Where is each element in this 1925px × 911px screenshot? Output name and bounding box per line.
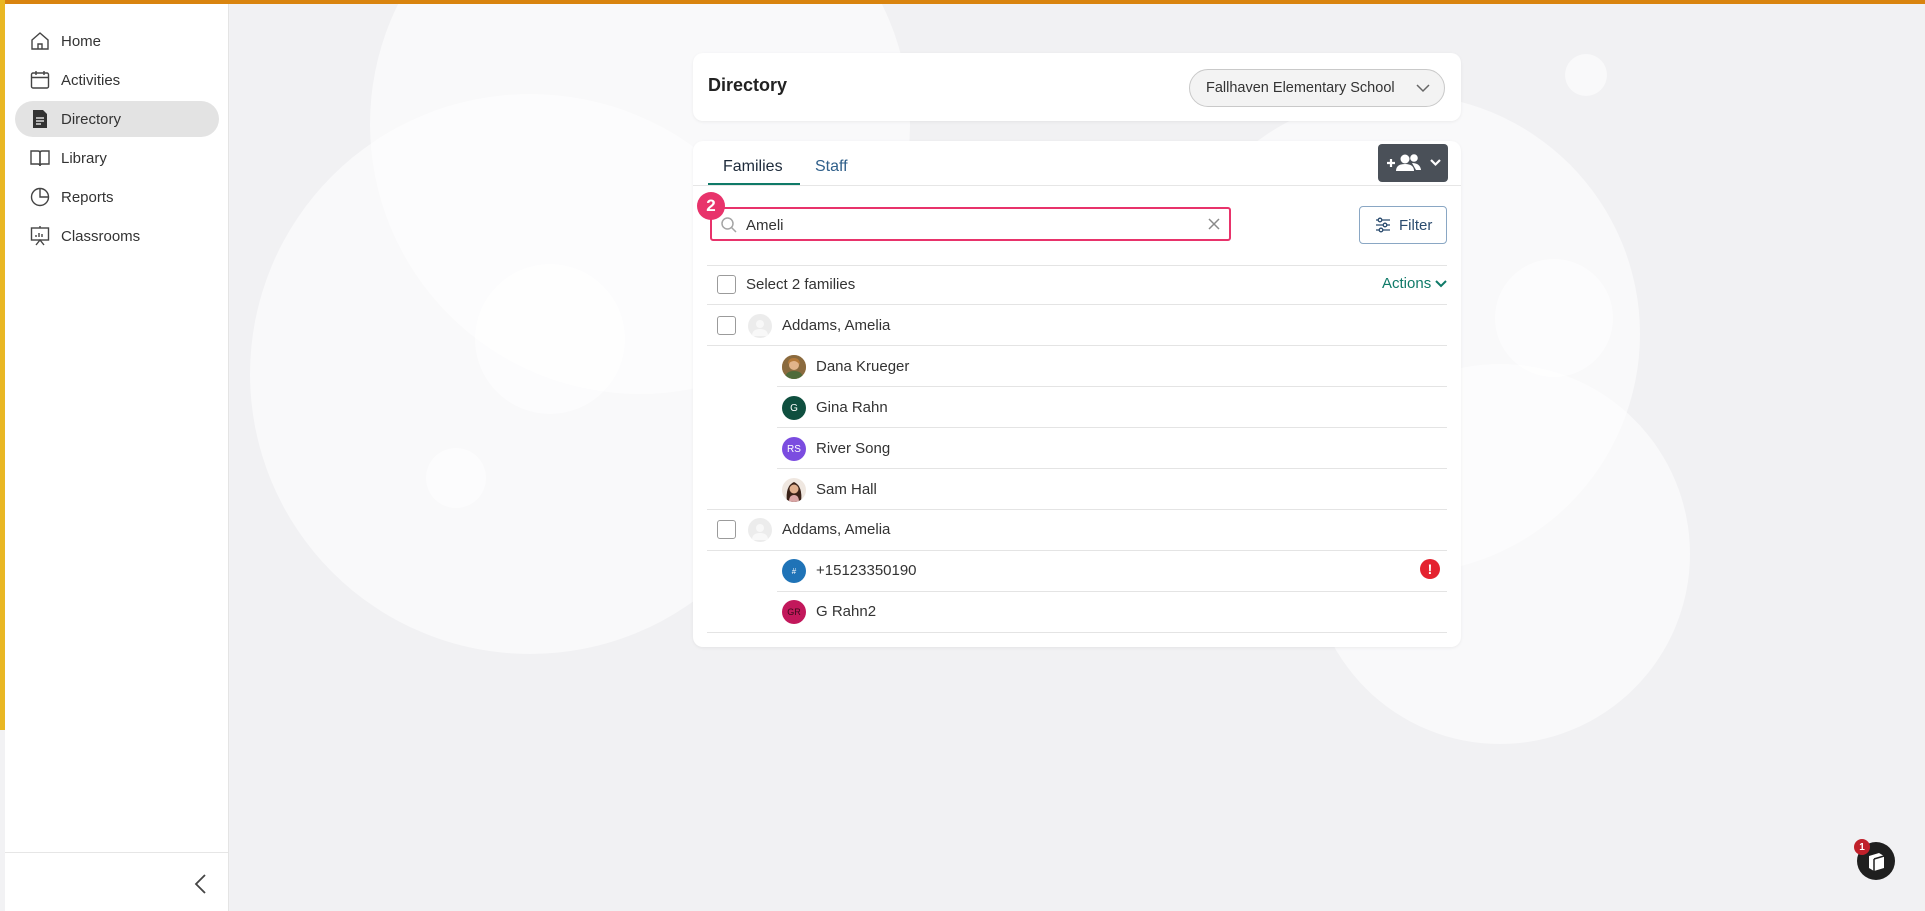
sidebar-item-label: Classrooms — [61, 227, 141, 245]
sidebar-item-label: Activities — [61, 71, 121, 89]
list-divider — [777, 468, 1447, 469]
family-checkbox[interactable] — [717, 520, 736, 539]
family-checkbox[interactable] — [717, 316, 736, 335]
sidebar-item-reports[interactable]: Reports — [15, 179, 219, 215]
filter-label: Filter — [1399, 216, 1433, 234]
member-name[interactable]: Sam Hall — [816, 481, 877, 498]
member-name[interactable]: G Rahn2 — [816, 603, 876, 620]
left-accent-edge — [0, 0, 5, 730]
avatar-initials: G — [790, 402, 798, 414]
person-icon — [752, 320, 768, 336]
member-avatar — [782, 478, 806, 502]
sidebar-item-label: Library — [61, 149, 107, 167]
list-divider — [777, 386, 1447, 387]
sidebar-item-home[interactable]: Home — [15, 23, 219, 59]
list-divider — [777, 427, 1447, 428]
active-tab-indicator — [708, 183, 800, 185]
add-people-button[interactable] — [1378, 144, 1448, 182]
list-divider — [707, 265, 1447, 266]
list-divider — [707, 550, 1447, 551]
member-avatar: RS — [782, 437, 806, 461]
search-input[interactable] — [746, 215, 1176, 235]
member-name[interactable]: +15123350190 — [816, 562, 917, 579]
filter-button[interactable]: Filter — [1359, 206, 1447, 244]
list-divider — [707, 632, 1447, 633]
family-name[interactable]: Addams, Amelia — [782, 521, 890, 538]
sidebar: Home Activities Directory Library Report… — [5, 4, 229, 911]
list-divider — [707, 345, 1447, 346]
directory-icon — [33, 110, 47, 128]
close-icon[interactable] — [1207, 217, 1221, 231]
sidebar-item-activities[interactable]: Activities — [15, 62, 219, 98]
select-all-label: Select 2 families — [746, 276, 856, 293]
list-divider — [707, 509, 1447, 510]
sidebar-item-library[interactable]: Library — [15, 140, 219, 176]
book-icon — [30, 150, 50, 167]
member-name[interactable]: Dana Krueger — [816, 358, 909, 375]
actions-label: Actions — [1382, 275, 1432, 292]
school-select[interactable]: Fallhaven Elementary School — [1189, 69, 1445, 107]
search-icon — [721, 217, 737, 233]
step-number-badge: 2 — [697, 192, 725, 220]
notification-badge: 1 — [1854, 839, 1870, 855]
select-all-checkbox[interactable] — [717, 275, 736, 294]
directory-header-card: Directory Fallhaven Elementary School — [693, 53, 1461, 121]
family-name[interactable]: Addams, Amelia — [782, 317, 890, 334]
family-avatar — [748, 518, 772, 542]
tabs-divider — [693, 185, 1461, 186]
alert-icon[interactable]: ! — [1420, 559, 1440, 579]
calendar-icon — [30, 71, 50, 89]
member-avatar — [782, 355, 806, 379]
classroom-icon — [30, 226, 50, 246]
page-title: Directory — [708, 75, 788, 95]
tab-staff[interactable]: Staff — [815, 153, 848, 185]
avatar-initials: GR — [787, 607, 801, 617]
list-divider — [707, 304, 1447, 305]
sidebar-item-label: Reports — [61, 188, 114, 206]
sidebar-divider — [5, 852, 228, 853]
tab-families[interactable]: Families — [723, 153, 783, 185]
box-icon — [1869, 853, 1885, 871]
person-icon — [752, 524, 768, 540]
member-avatar: GR — [782, 600, 806, 624]
add-people-icon — [1387, 154, 1441, 171]
avatar-initials: # — [791, 566, 797, 576]
member-name[interactable]: River Song — [816, 440, 890, 457]
sidebar-item-classrooms[interactable]: Classrooms — [15, 218, 219, 254]
member-avatar: # — [782, 559, 806, 583]
profile-photo-icon — [782, 355, 806, 379]
search-field[interactable] — [710, 207, 1231, 241]
family-avatar — [748, 314, 772, 338]
directory-card: Families Staff 2 Filter Select 2 familie… — [693, 141, 1461, 647]
sidebar-item-label: Home — [61, 32, 102, 50]
pie-chart-icon — [30, 187, 50, 207]
sidebar-item-label: Directory — [61, 110, 122, 128]
member-name[interactable]: Gina Rahn — [816, 399, 888, 416]
chevron-left-icon[interactable] — [189, 870, 213, 898]
chevron-down-icon — [1416, 84, 1430, 93]
top-accent-bar — [0, 0, 1925, 4]
member-avatar: G — [782, 396, 806, 420]
school-select-value: Fallhaven Elementary School — [1206, 80, 1395, 96]
avatar-initials: RS — [787, 443, 801, 455]
sliders-icon — [1376, 217, 1390, 233]
profile-photo-icon — [782, 478, 806, 502]
list-divider — [777, 591, 1447, 592]
home-icon — [31, 32, 49, 50]
sidebar-item-directory[interactable]: Directory — [15, 101, 219, 137]
actions-dropdown[interactable]: Actions — [1382, 275, 1447, 292]
chevron-down-icon — [1435, 279, 1447, 287]
